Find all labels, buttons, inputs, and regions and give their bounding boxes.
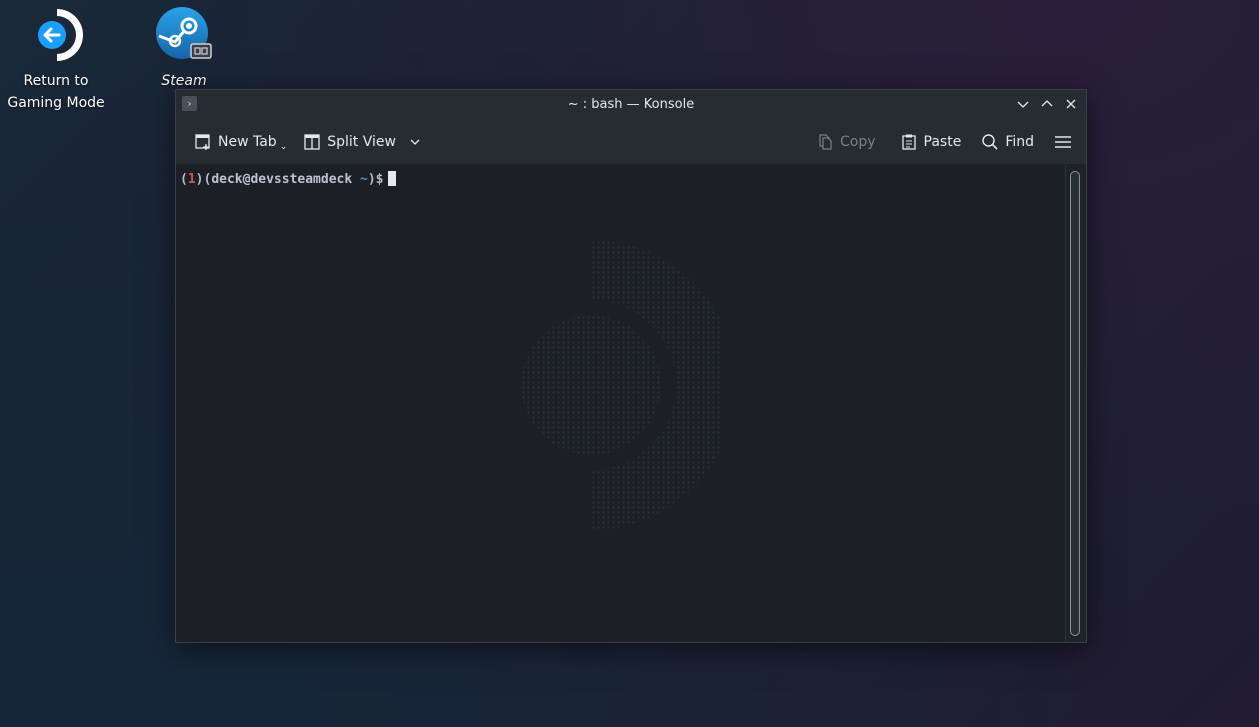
split-view-label: Split View [327, 133, 396, 150]
prompt-open: ( [180, 172, 188, 187]
prompt-path: ~ [360, 172, 368, 187]
new-tab-icon [195, 133, 210, 150]
find-label: Find [1005, 133, 1034, 150]
copy-button[interactable]: Copy [810, 126, 882, 158]
paste-label: Paste [923, 133, 962, 150]
return-arrow-icon [27, 6, 85, 64]
steam-shortcut[interactable]: Steam [145, 6, 223, 92]
search-icon [982, 133, 998, 150]
konsole-window: › ~ : bash — Konsole New Tab ⌄ Split Vie… [175, 89, 1087, 643]
vertical-scrollbar[interactable] [1065, 165, 1086, 642]
text-cursor [387, 171, 396, 186]
new-tab-button[interactable]: New Tab ⌄ [188, 126, 293, 158]
chevron-down-icon [1017, 101, 1029, 108]
return-to-gaming-mode-label: Return to Gaming Mode [7, 73, 105, 111]
scrollbar-thumb[interactable] [1070, 171, 1080, 636]
prompt-user: deck@devssteamdeck [211, 172, 353, 187]
konsole-app-icon[interactable]: › [182, 96, 197, 111]
close-button[interactable] [1062, 95, 1080, 113]
new-tab-label: New Tab [218, 133, 277, 150]
split-view-button[interactable]: Split View [297, 126, 428, 158]
minimize-button[interactable] [1014, 95, 1032, 113]
maximize-button[interactable] [1038, 95, 1056, 113]
prompt-count: 1 [187, 172, 196, 187]
steam-deck-watermark-icon [521, 240, 721, 530]
prompt-mid: )( [195, 172, 212, 187]
steam-icon [155, 6, 213, 64]
title-bar[interactable]: › ~ : bash — Konsole [176, 90, 1086, 119]
toolbar: New Tab ⌄ Split View Copy Paste Find [176, 119, 1086, 165]
dropdown-indicator-icon: ⌄ [279, 141, 288, 152]
terminal-view[interactable]: (1)(deck@devssteamdeck ~)$ [176, 165, 1066, 642]
paste-button[interactable]: Paste [894, 126, 968, 158]
window-title: ~ : bash — Konsole [567, 97, 695, 112]
copy-icon [819, 133, 832, 150]
split-view-icon [304, 133, 320, 150]
find-button[interactable]: Find [975, 126, 1040, 158]
hamburger-menu-button[interactable] [1048, 126, 1078, 158]
close-icon [1066, 99, 1076, 109]
shell-prompt: (1)(deck@devssteamdeck ~)$ [180, 171, 396, 188]
return-to-gaming-mode-shortcut[interactable]: Return to Gaming Mode [2, 6, 110, 114]
copy-label: Copy [840, 133, 876, 150]
hamburger-menu-icon [1055, 135, 1071, 148]
chevron-down-icon[interactable] [408, 135, 422, 149]
prompt-close: )$ [367, 172, 384, 187]
chevron-up-icon [1041, 100, 1053, 107]
paste-icon [901, 134, 916, 150]
